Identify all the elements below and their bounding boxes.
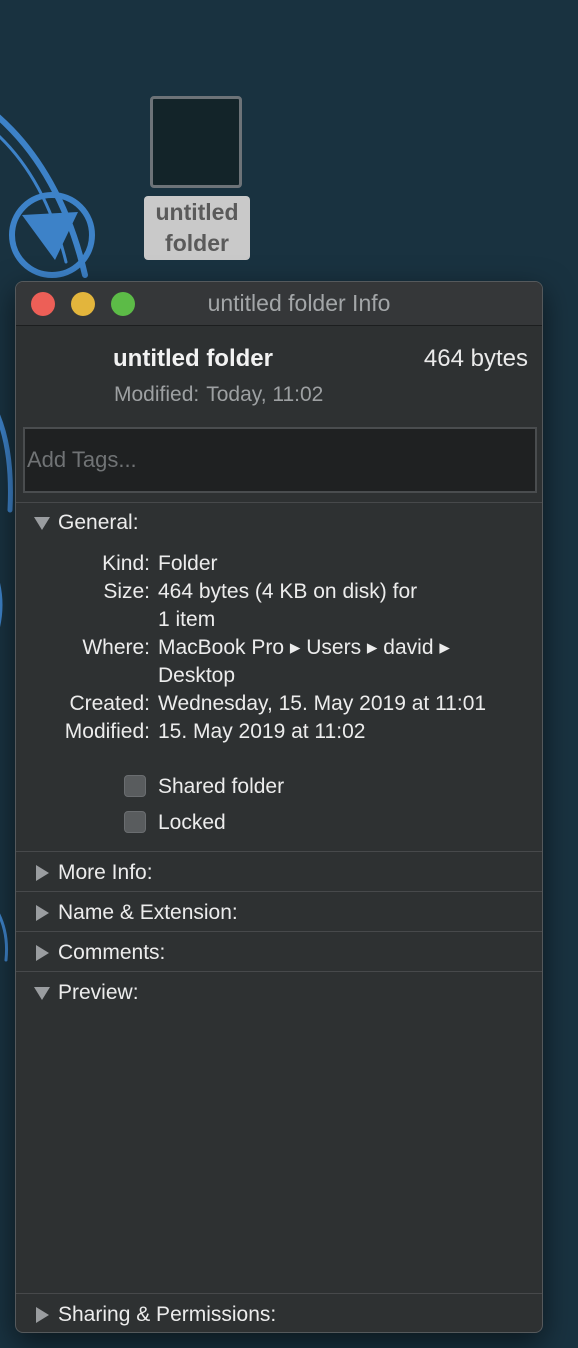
size-value: 464 bytes (4 KB on disk) for [158,580,418,603]
disclosure-triangle-right-icon[interactable] [32,858,54,888]
kind-label: Kind: [102,552,150,575]
modified-value: Today, 11:02 [206,383,324,406]
section-label: Preview: [58,981,139,1004]
folder-label-line: untitled [155,199,239,225]
where-value: MacBook Pro ▸ Users ▸ david ▸ [158,636,450,659]
checkbox-box[interactable] [124,775,146,797]
item-modified: Modified: Today, 11:02 [114,383,323,407]
info-row-kind: Kind: Folder [16,550,542,578]
divider [16,1293,542,1294]
section-label: Comments: [58,941,166,964]
disclosure-triangle-down-icon[interactable] [32,508,54,538]
checkbox-box[interactable] [124,811,146,833]
divider [16,891,542,892]
info-row-size: Size: 464 bytes (4 KB on disk) for [16,578,542,606]
item-size: 464 bytes [423,345,528,372]
disclosure-triangle-right-icon[interactable] [32,1300,54,1330]
divider [16,851,542,852]
folder-label-line: folder [165,230,229,256]
window-title: untitled folder Info [207,290,391,316]
locked-label: Locked [158,811,226,834]
info-row-where: Where: MacBook Pro ▸ Users ▸ david ▸ [16,634,542,662]
size-value-cont: 1 item [158,608,216,631]
where-value-cont: Desktop [158,664,236,687]
item-name: untitled folder [113,345,273,372]
desktop-folder-label: untitled folder [144,196,250,260]
disclosure-triangle-right-icon[interactable] [32,938,54,968]
divider [16,971,542,972]
info-row-size-cont: 1 item [16,606,542,634]
created-label: Created: [69,692,150,715]
info-row-where-cont: Desktop [16,662,542,690]
size-label: Size: [103,580,150,603]
kind-value: Folder [158,552,218,575]
disclosure-triangle-right-icon[interactable] [32,898,54,928]
section-label: Sharing & Permissions: [58,1303,277,1326]
section-label: More Info: [58,861,153,884]
info-row-modified: Modified: 15. May 2019 at 11:02 [16,718,542,746]
section-label: Name & Extension: [58,901,238,924]
title-bar[interactable]: untitled folder Info [16,282,542,326]
modified-label: Modified: [114,383,200,406]
info-row-created: Created: Wednesday, 15. May 2019 at 11:0… [16,690,542,718]
tags-input[interactable] [23,427,537,493]
divider [16,931,542,932]
section-label: General: [58,511,139,534]
shared-folder-label: Shared folder [158,775,285,798]
info-window: untitled folder Info untitled folder 464… [15,281,543,1333]
divider [16,502,542,503]
where-label: Where: [82,636,150,659]
modified-label: Modified: [64,720,150,743]
disclosure-triangle-down-icon[interactable] [32,978,54,1008]
created-value: Wednesday, 15. May 2019 at 11:01 [158,692,487,715]
modified-value: 15. May 2019 at 11:02 [158,720,366,743]
folder-thumbnail [150,96,242,188]
